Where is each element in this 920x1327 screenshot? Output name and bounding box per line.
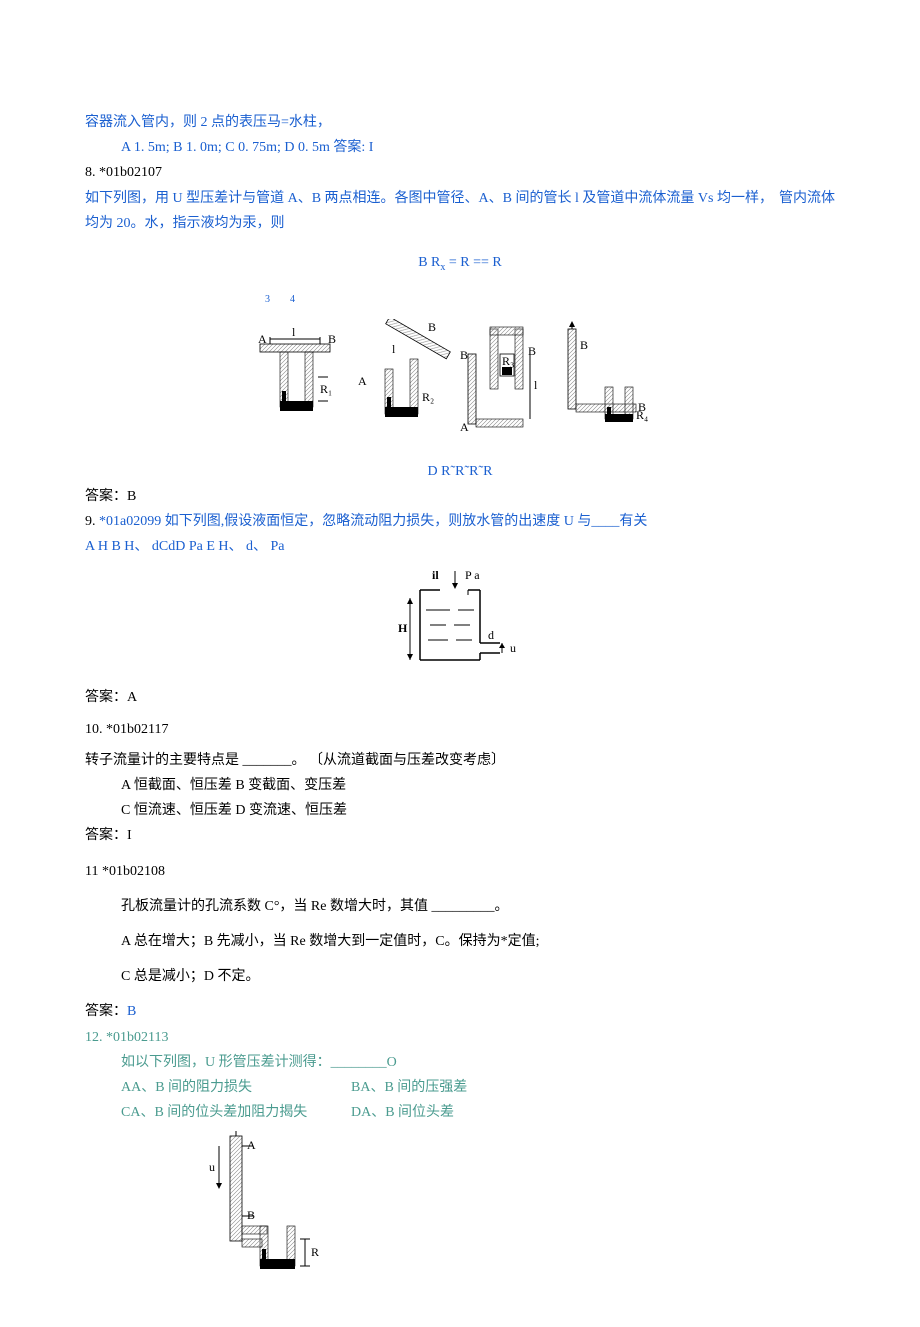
q11-body: 孔板流量计的孔流系数 C°，当 Re 数增大时，其值 _________。 <box>85 894 835 919</box>
q10-optB: C 恒流速、恒压差 D 变流速、恒压差 <box>85 798 835 823</box>
q8-svg: A B l R₁ B A l R₂ A B <box>250 319 670 449</box>
q9-answer: 答案：A <box>85 685 835 710</box>
q10-head: 10. *01b02117 <box>85 717 835 742</box>
svg-text:B: B <box>528 344 536 358</box>
q9-options: A H B H、 dCdD Pa E H、 d、 Pa <box>85 534 835 559</box>
q12-optA: AA、B 间的阻力损失 <box>121 1075 351 1100</box>
svg-text:H: H <box>398 621 408 635</box>
svg-text:R₁: R₁ <box>320 382 332 396</box>
svg-text:R₂: R₂ <box>422 390 434 404</box>
q7-tail-line1: 容器流入管内，则 2 点的表压马=水柱， <box>85 110 835 135</box>
q9-body: *01a02099 如下列图,假设液面恒定，忽略流动阻力损失，则放水管的出速度 … <box>99 514 647 529</box>
q10-optA: A 恒截面、恒压差 B 变截面、变压差 <box>85 773 835 798</box>
q8-body1: 如下列图，用 U 型压差计与管道 A、B 两点相连。各图中管径、A、B 间的管长… <box>85 186 773 211</box>
q10-body: 转子流量计的主要特点是 _______。 〔从流道截面与压差改变考虑〕 <box>85 748 835 773</box>
q8-formula: B Rx = R == R <box>85 250 835 277</box>
q11-answer: 答案：B <box>85 999 835 1024</box>
q9-figure: il P a d u H <box>85 565 835 675</box>
q8-formula-rest: = R == R <box>445 255 501 270</box>
svg-text:P a: P a <box>465 568 480 582</box>
q8-fig1: A B l R₁ <box>258 325 336 411</box>
svg-text:R₄: R₄ <box>636 408 648 422</box>
q12-optB: BA、B 间的压强差 <box>351 1075 467 1100</box>
q12-opts-row1: AA、B 间的阻力损失 BA、B 间的压强差 <box>85 1075 835 1100</box>
svg-text:A: A <box>258 332 267 346</box>
svg-text:B: B <box>328 332 336 346</box>
q8-body2: 均为 20。水，指示液均为汞，则 <box>85 211 835 236</box>
svg-text:u: u <box>209 1160 215 1174</box>
svg-text:B: B <box>247 1208 255 1222</box>
q10-answer: 答案：I <box>85 823 835 848</box>
svg-text:l: l <box>534 378 538 392</box>
svg-text:d: d <box>488 628 494 642</box>
q8-caption-d: D R˜R˜R˜R <box>85 459 835 484</box>
q12-figure: A B u R <box>85 1131 835 1281</box>
q12-head: 12. *01b02113 <box>85 1025 835 1050</box>
q11-answer-val: B <box>127 1004 136 1019</box>
svg-text:B: B <box>428 320 436 334</box>
q12-opts-row2: CA、B 间的位头差加阻力揭失 DA、B 间位头差 <box>85 1100 835 1125</box>
q11-optA: A 总在增大；B 先减小，当 Re 数增大到一定值时，C。保持为*定值; <box>85 929 835 954</box>
q11-head: 11 *01b02108 <box>85 859 835 884</box>
q12-optD: DA、B 间位头差 <box>351 1100 454 1125</box>
q8-head: 8. *01b02107 <box>85 160 835 185</box>
q8-sub34: 3 4 <box>85 291 835 309</box>
q12-body: 如以下列图，U 形管压差计测得：________O <box>85 1050 835 1075</box>
svg-text:il: il <box>432 568 439 582</box>
svg-text:B: B <box>460 348 468 362</box>
q8-fig2: B A l R₂ <box>358 319 450 417</box>
svg-text:A: A <box>460 420 469 434</box>
q7-tail-options: A 1. 5m; B 1. 0m; C 0. 75m; D 0. 5m 答案: … <box>85 135 835 160</box>
svg-text:R₃: R₃ <box>502 354 514 368</box>
q9-line1: 9. *01a02099 如下列图,假设液面恒定，忽略流动阻力损失，则放水管的出… <box>85 509 835 534</box>
svg-text:A: A <box>247 1138 256 1152</box>
q12-svg: A B u R <box>205 1131 345 1281</box>
svg-text:l: l <box>292 325 296 339</box>
q8-answer: 答案：B <box>85 484 835 509</box>
svg-text:u: u <box>510 641 516 655</box>
q9-num: 9. <box>85 514 99 529</box>
q11-optB: C 总是减小；D 不定。 <box>85 964 835 989</box>
svg-text:l: l <box>392 342 396 356</box>
q9-svg: il P a d u H <box>380 565 540 675</box>
q8-figures: A B l R₁ B A l R₂ A B <box>85 319 835 449</box>
svg-text:A: A <box>358 374 367 388</box>
q8-body-row: 如下列图，用 U 型压差计与管道 A、B 两点相连。各图中管径、A、B 间的管长… <box>85 186 835 211</box>
q11-answer-label: 答案： <box>85 1004 127 1019</box>
svg-text:B: B <box>580 338 588 352</box>
q12-optC: CA、B 间的位头差加阻力揭失 <box>121 1100 351 1125</box>
q8-fig3: A B R₃ B l <box>460 327 538 434</box>
q8-fig4: B B R₄ <box>568 321 648 422</box>
q8-formula-b: B R <box>418 255 440 270</box>
q8-body1-right: 管内流体 <box>779 186 835 211</box>
svg-text:R: R <box>311 1245 319 1259</box>
